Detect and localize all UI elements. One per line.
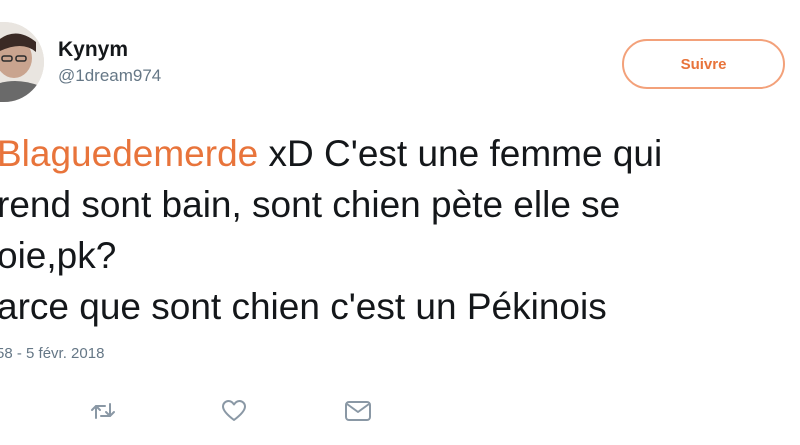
tweet-actions bbox=[0, 396, 800, 426]
tweet-text-line-4: arce que sont chien c'est un Pékinois bbox=[0, 286, 607, 327]
tweet-text-line-3: oie,pk? bbox=[0, 235, 117, 276]
user-handle[interactable]: @1dream974 bbox=[58, 66, 161, 86]
retweet-icon[interactable] bbox=[88, 396, 118, 426]
tweet-text-line-2: rend sont bain, sont chien pète elle se bbox=[0, 184, 621, 225]
tweet-timestamp[interactable]: 58 - 5 févr. 2018 bbox=[0, 345, 104, 362]
tweet-text: Blaguedemerde xD C'est une femme qui ren… bbox=[0, 128, 797, 332]
envelope-icon[interactable] bbox=[343, 396, 373, 426]
follow-button[interactable]: Suivre bbox=[622, 39, 785, 89]
tweet-text-line-1-rest: xD C'est une femme qui bbox=[258, 133, 663, 174]
tweet-card: Kynym @1dream974 Suivre Blaguedemerde xD… bbox=[0, 0, 800, 445]
tweet-text-line-1: Blaguedemerde xD C'est une femme qui bbox=[0, 128, 797, 179]
avatar[interactable] bbox=[0, 22, 44, 102]
hashtag-link[interactable]: Blaguedemerde bbox=[0, 133, 258, 174]
display-name[interactable]: Kynym bbox=[58, 38, 161, 62]
heart-icon[interactable] bbox=[219, 396, 249, 426]
author-info: Kynym @1dream974 bbox=[58, 38, 161, 86]
